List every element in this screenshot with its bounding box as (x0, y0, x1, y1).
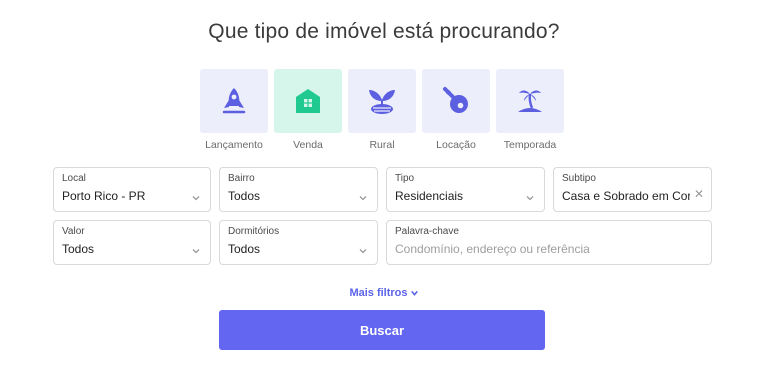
type-lancamento-label: Lançamento (205, 139, 263, 151)
type-rural-label: Rural (369, 139, 395, 151)
subtipo-label: Subtipo (562, 173, 596, 184)
field-icon (369, 90, 395, 114)
type-temporada-tile[interactable] (496, 69, 564, 133)
bairro-label: Bairro (228, 173, 255, 184)
valor-label: Valor (62, 226, 85, 237)
type-lancamento-tile[interactable] (200, 69, 268, 133)
keyword-field[interactable]: Palavra-chave Condomínio, endereço ou re… (386, 220, 712, 265)
rocket-icon (222, 88, 246, 114)
type-rural-tile[interactable] (348, 69, 416, 133)
dormitorios-value: Todos (228, 242, 261, 256)
tipo-select[interactable]: Tipo Residenciais (386, 167, 545, 212)
type-lancamento[interactable]: Lançamento (200, 69, 268, 151)
house-icon (296, 89, 320, 113)
type-temporada[interactable]: Temporada (496, 69, 564, 151)
chevron-down-icon (410, 290, 418, 296)
bairro-select[interactable]: Bairro Todos (219, 167, 378, 212)
tipo-label: Tipo (395, 173, 415, 184)
page-title: Que tipo de imóvel está procurando? (208, 20, 560, 43)
local-label: Local (62, 173, 86, 184)
local-select[interactable]: Local Porto Rico - PR (53, 167, 211, 212)
valor-value: Todos (62, 242, 95, 256)
keyword-label: Palavra-chave (395, 226, 459, 237)
subtipo-select[interactable]: Subtipo Casa e Sobrado em Cor ✕ (553, 167, 712, 212)
chevron-down-icon (192, 249, 200, 254)
chevron-down-icon (359, 196, 367, 201)
chevron-down-icon (526, 196, 534, 201)
keyword-placeholder[interactable]: Condomínio, endereço ou referência (395, 242, 703, 256)
type-locacao-tile[interactable] (422, 69, 490, 133)
type-venda-tile[interactable] (274, 69, 342, 133)
search-button[interactable]: Buscar (219, 310, 545, 350)
palm-island-icon (518, 90, 542, 112)
chevron-down-icon (359, 249, 367, 254)
bairro-value: Todos (228, 189, 261, 203)
tipo-value: Residenciais (395, 189, 464, 203)
dormitorios-label: Dormitórios (228, 226, 280, 237)
clear-icon[interactable]: ✕ (694, 187, 704, 201)
local-value: Porto Rico - PR (62, 189, 146, 203)
valor-select[interactable]: Valor Todos (53, 220, 211, 265)
type-locacao[interactable]: Locação (422, 69, 490, 151)
type-rural[interactable]: Rural (348, 69, 416, 151)
type-temporada-label: Temporada (503, 139, 557, 151)
type-locacao-label: Locação (436, 139, 476, 151)
chevron-down-icon (192, 196, 200, 201)
property-type-selector: Lançamento Venda Rural Locação Temporada (200, 69, 564, 151)
subtipo-value: Casa e Sobrado em Cor (562, 189, 690, 203)
dormitorios-select[interactable]: Dormitórios Todos (219, 220, 378, 265)
type-venda-label: Venda (293, 139, 323, 151)
more-filters-label: Mais filtros (349, 287, 408, 299)
more-filters-link[interactable]: Mais filtros (0, 287, 768, 299)
type-venda[interactable]: Venda (274, 69, 342, 151)
key-icon (443, 87, 468, 113)
